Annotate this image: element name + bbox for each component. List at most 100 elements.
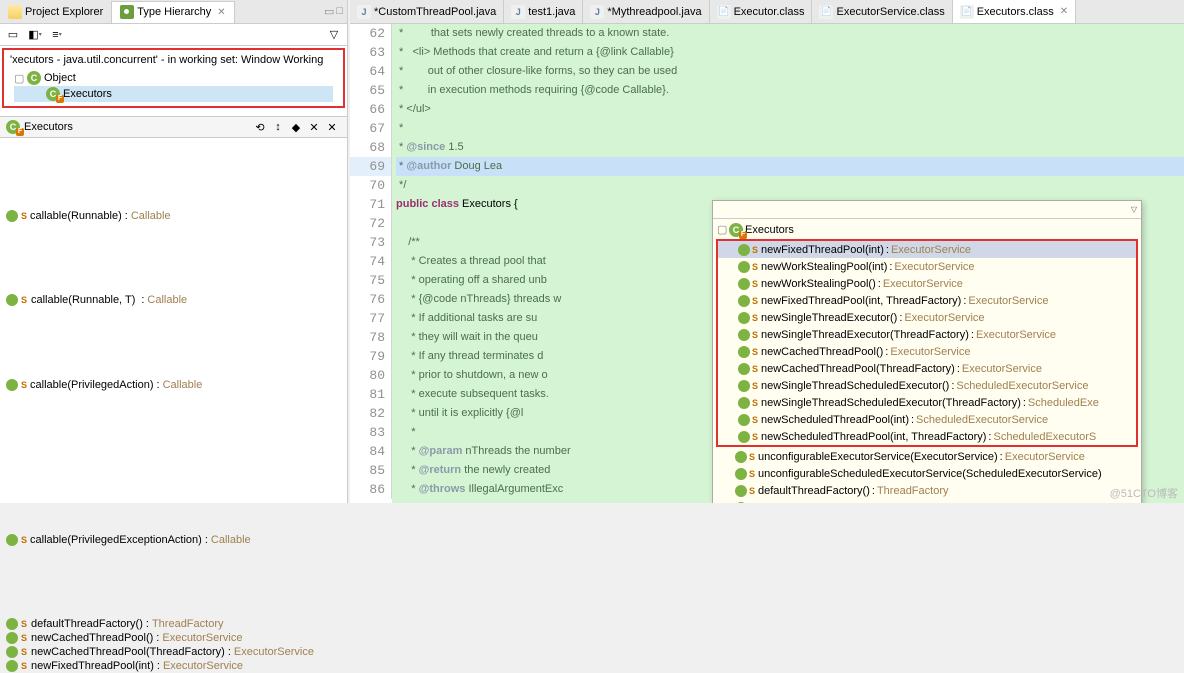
toolbar-btn[interactable]: ✕ xyxy=(323,118,341,136)
public-icon xyxy=(738,414,750,426)
members-title: Executors xyxy=(24,121,73,133)
tab-type-hierarchy[interactable]: Type Hierarchy✕ xyxy=(112,1,234,23)
minimize-icon[interactable]: ▭ xyxy=(324,5,334,18)
outline-popup: ▽ ▢ C Executors SnewFixedThreadPool(int)… xyxy=(712,200,1142,503)
file-icon: 📄 xyxy=(960,5,974,19)
outline-item[interactable]: SnewSingleThreadExecutor() : ExecutorSer… xyxy=(718,309,1136,326)
toolbar-btn[interactable]: ↕ xyxy=(269,118,287,136)
left-tabs: Project ExplorerType Hierarchy✕ ▭□ xyxy=(0,0,347,24)
tree-node[interactable]: CExecutors xyxy=(14,86,333,102)
file-icon: 📄 xyxy=(717,5,731,19)
outline-rest: SunconfigurableExecutorService(ExecutorS… xyxy=(715,448,1139,503)
outline-root[interactable]: ▢ C Executors xyxy=(715,221,1139,238)
members-list: Scallable(Runnable) : CallableScallable(… xyxy=(0,138,347,673)
file-icon: J xyxy=(511,5,525,19)
class-icon: C xyxy=(27,71,41,85)
outline-item[interactable]: SnewWorkStealingPool() : ExecutorService xyxy=(718,275,1136,292)
toolbar-btn[interactable]: ▭ xyxy=(4,26,22,44)
outline-item[interactable]: SnewScheduledThreadPool(int) : Scheduled… xyxy=(718,411,1136,428)
member-row[interactable]: Scallable(PrivilegedExceptionAction) : C… xyxy=(0,462,347,617)
members-header: C Executors ⟲ ↕ ◆ ✕ ✕ xyxy=(0,116,347,138)
outline-item[interactable]: SprivilegedThreadFactory() : ThreadFacto… xyxy=(715,499,1139,503)
close-icon[interactable]: ✕ xyxy=(217,7,225,18)
outline-item[interactable]: SnewFixedThreadPool(int, ThreadFactory) … xyxy=(718,292,1136,309)
toolbar-btn[interactable]: ◆ xyxy=(287,118,305,136)
editor-tab[interactable]: J*Mythreadpool.java xyxy=(583,0,709,23)
hierarchy-header: 'xecutors - java.util.concurrent' - in w… xyxy=(6,52,341,68)
toolbar-btn[interactable]: ✕ xyxy=(305,118,323,136)
public-icon xyxy=(738,278,750,290)
outline-item[interactable]: SnewSingleThreadExecutor(ThreadFactory) … xyxy=(718,326,1136,343)
outline-root-label: Executors xyxy=(745,224,794,236)
member-row[interactable]: SdefaultThreadFactory() : ThreadFactory xyxy=(0,617,347,631)
outline-item[interactable]: SnewCachedThreadPool() : ExecutorService xyxy=(718,343,1136,360)
maximize-icon[interactable]: □ xyxy=(336,5,343,18)
outline-item[interactable]: SunconfigurableScheduledExecutorService(… xyxy=(715,465,1139,482)
public-icon xyxy=(735,468,747,480)
public-icon xyxy=(6,660,18,672)
public-icon xyxy=(738,329,750,341)
file-icon: J xyxy=(590,5,604,19)
class-icon: C xyxy=(6,120,20,134)
toolbar-btn[interactable]: ⟲ xyxy=(251,118,269,136)
public-icon xyxy=(6,646,18,658)
toolbar-btn[interactable]: ◧▾ xyxy=(26,26,44,44)
public-icon xyxy=(6,632,18,644)
member-row[interactable]: Scallable(Runnable) : Callable xyxy=(0,138,347,293)
editor-tab[interactable]: Jtest1.java xyxy=(504,0,583,23)
public-icon xyxy=(738,380,750,392)
public-icon xyxy=(738,363,750,375)
public-icon xyxy=(6,210,18,222)
left-panel: Project ExplorerType Hierarchy✕▭□ ▭ ◧▾ ≡… xyxy=(0,0,348,503)
hier-icon xyxy=(120,5,134,19)
outline-item[interactable]: SnewCachedThreadPool(ThreadFactory) : Ex… xyxy=(718,360,1136,377)
menu-icon[interactable]: ▽ xyxy=(1131,205,1137,214)
outline-toolbar: ▽ xyxy=(713,201,1141,219)
public-icon xyxy=(738,244,750,256)
public-icon xyxy=(738,312,750,324)
editor-tab[interactable]: 📄Executor.class xyxy=(710,0,813,23)
watermark: @51CTO博客 xyxy=(1110,485,1178,501)
public-icon xyxy=(738,261,750,273)
outline-item[interactable]: SunconfigurableExecutorService(ExecutorS… xyxy=(715,448,1139,465)
public-icon xyxy=(6,534,18,546)
outline-item[interactable]: SnewSingleThreadScheduledExecutor(Thread… xyxy=(718,394,1136,411)
member-row[interactable]: SnewCachedThreadPool(ThreadFactory) : Ex… xyxy=(0,645,347,659)
public-icon xyxy=(738,346,750,358)
public-icon xyxy=(738,431,750,443)
public-icon xyxy=(6,294,18,306)
close-icon[interactable]: ✕ xyxy=(1060,6,1068,17)
code-editor[interactable]: 6263646566676869707172737475767778798081… xyxy=(350,24,1184,503)
hierarchy-toolbar: ▭ ◧▾ ≡▾ ▽ xyxy=(0,24,347,46)
view-menu[interactable]: ▽ xyxy=(325,26,343,44)
member-row[interactable]: SnewCachedThreadPool() : ExecutorService xyxy=(0,631,347,645)
member-row[interactable]: Scallable(PrivilegedAction) : Callable xyxy=(0,307,347,462)
member-row[interactable]: Scallable(Runnable, T) : Callable xyxy=(0,293,347,307)
public-icon xyxy=(738,295,750,307)
public-icon xyxy=(738,397,750,409)
public-icon xyxy=(735,485,747,497)
member-row[interactable]: SnewFixedThreadPool(int) : ExecutorServi… xyxy=(0,659,347,673)
outline-highlight: SnewFixedThreadPool(int) : ExecutorServi… xyxy=(716,239,1138,447)
outline-item[interactable]: SnewScheduledThreadPool(int, ThreadFacto… xyxy=(718,428,1136,445)
folder-icon xyxy=(8,5,22,19)
outline-tree: ▢ C Executors SnewFixedThreadPool(int) :… xyxy=(713,219,1141,503)
outline-item[interactable]: SnewFixedThreadPool(int) : ExecutorServi… xyxy=(718,241,1136,258)
line-gutter: 6263646566676869707172737475767778798081… xyxy=(350,24,392,499)
editor-tab[interactable]: 📄ExecutorService.class xyxy=(812,0,952,23)
editor-tabs: J*CustomThreadPool.javaJtest1.javaJ*Myth… xyxy=(350,0,1184,24)
editor-tab[interactable]: 📄Executors.class✕ xyxy=(953,0,1076,23)
class-icon: C xyxy=(46,87,60,101)
tab-project-explorer[interactable]: Project Explorer xyxy=(0,1,112,23)
outline-item[interactable]: SnewSingleThreadScheduledExecutor() : Sc… xyxy=(718,377,1136,394)
outline-item[interactable]: SnewWorkStealingPool(int) : ExecutorServ… xyxy=(718,258,1136,275)
public-icon xyxy=(6,379,18,391)
public-icon xyxy=(735,451,747,463)
outline-item[interactable]: SdefaultThreadFactory() : ThreadFactory xyxy=(715,482,1139,499)
toolbar-btn[interactable]: ≡▾ xyxy=(48,26,66,44)
editor-tab[interactable]: J*CustomThreadPool.java xyxy=(350,0,504,23)
file-icon: 📄 xyxy=(819,5,833,19)
hierarchy-highlight: 'xecutors - java.util.concurrent' - in w… xyxy=(2,48,345,108)
tree-node[interactable]: ▢CObject xyxy=(14,70,333,86)
hierarchy-tree: ▢CObjectCExecutors xyxy=(6,68,341,104)
